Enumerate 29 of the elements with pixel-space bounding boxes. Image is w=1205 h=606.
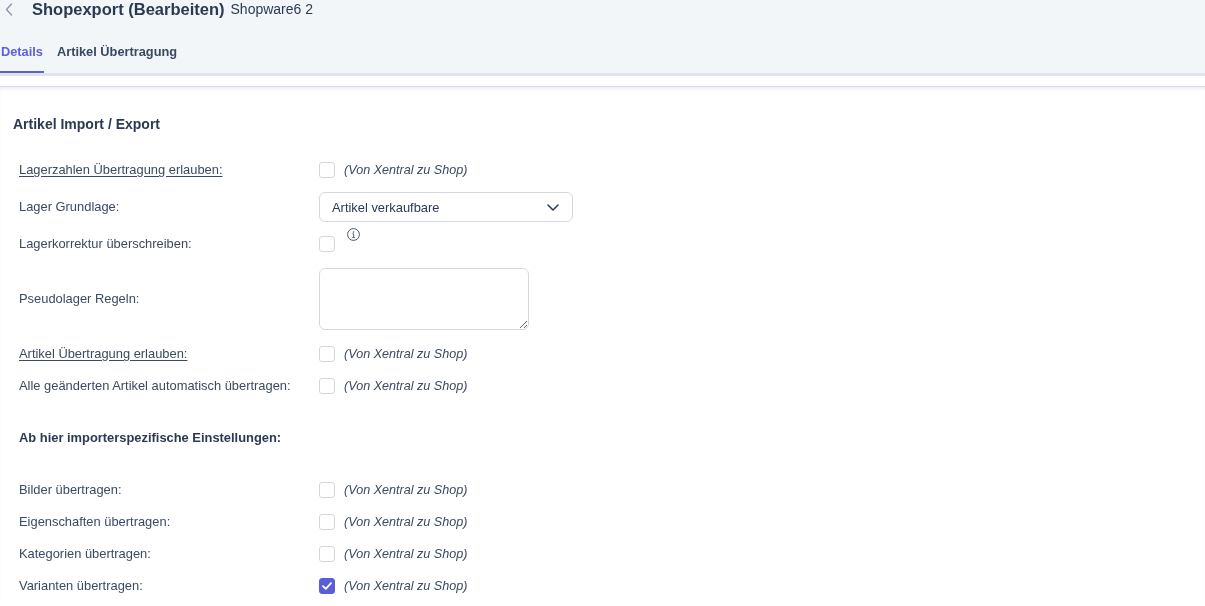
- field-label: Lager Grundlage:: [18, 199, 121, 215]
- chevron-down-icon: [547, 203, 559, 211]
- field-label: Alle geänderten Artikel automatisch übertragen:: [18, 378, 292, 394]
- field-label: Artikel Übertragung erlauben:: [18, 346, 189, 362]
- direction-note: (Von Xentral zu Shop): [344, 514, 468, 530]
- field-label: Pseudolager Regeln:: [18, 291, 141, 307]
- direction-note: (Von Xentral zu Shop): [344, 378, 468, 394]
- textarea-field[interactable]: [319, 268, 529, 330]
- field-label: Lagerkorrektur überschreiben:: [18, 236, 193, 252]
- field-label: Eigenschaften übertragen:: [18, 514, 172, 530]
- section-title: Artikel Import / Export: [13, 115, 162, 134]
- direction-note: (Von Xentral zu Shop): [344, 546, 468, 562]
- info-icon[interactable]: [347, 228, 360, 241]
- check-icon: [322, 582, 332, 590]
- checkbox[interactable]: [319, 578, 335, 594]
- direction-note: (Von Xentral zu Shop): [344, 346, 468, 362]
- subsection-heading: Ab hier importerspezifische Einstellungen:: [18, 430, 282, 446]
- back-chevron-icon[interactable]: [5, 2, 13, 16]
- tab[interactable]: Artikel Übertragung: [55, 36, 179, 73]
- direction-note: (Von Xentral zu Shop): [344, 162, 468, 178]
- field-label: Lagerzahlen Übertragung erlauben:: [18, 162, 224, 178]
- direction-note: (Von Xentral zu Shop): [344, 482, 468, 498]
- field-label: Kategorien übertragen:: [18, 546, 152, 562]
- page-title: Shopexport (Bearbeiten): [32, 0, 225, 18]
- dropdown[interactable]: Artikel verkaufbare: [319, 192, 573, 222]
- direction-note: (Von Xentral zu Shop): [344, 578, 468, 594]
- field-label: Varianten übertragen:: [18, 578, 144, 594]
- page-subtitle: Shopware6 2: [230, 0, 314, 18]
- field-label: Bilder übertragen:: [18, 482, 123, 498]
